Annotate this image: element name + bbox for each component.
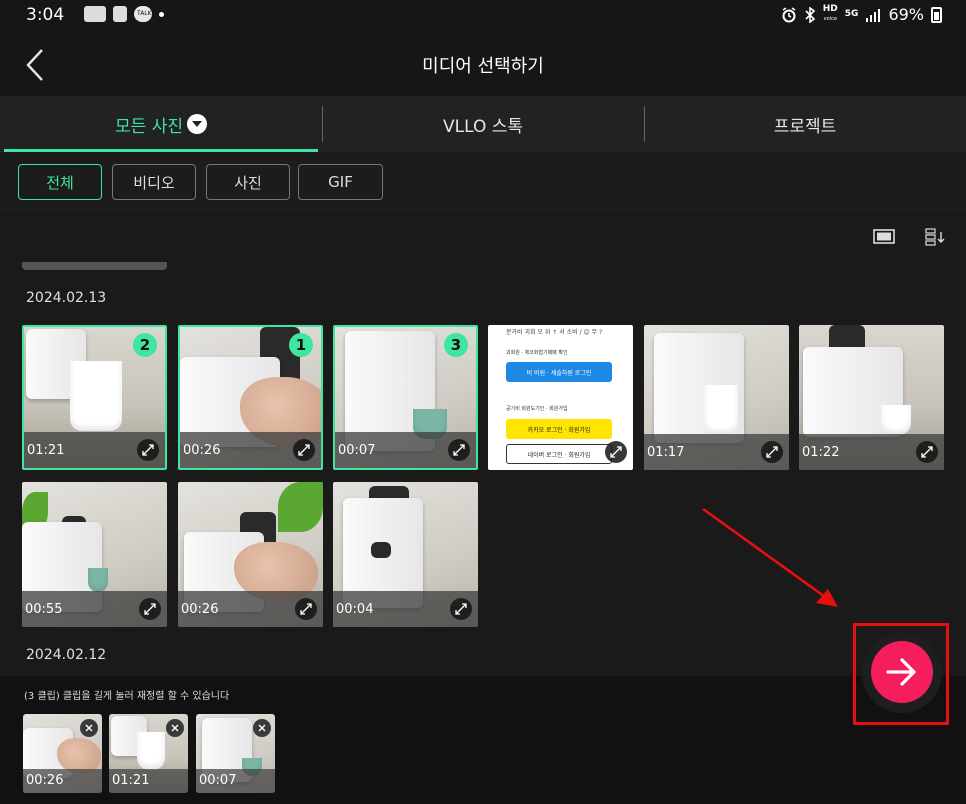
expand-preview-button[interactable]: [293, 439, 315, 461]
expand-icon: [142, 444, 154, 456]
expand-icon: [455, 603, 467, 615]
filter-gif-chip[interactable]: GIF: [298, 164, 383, 200]
media-thumb[interactable]: 2 01:21: [22, 325, 167, 470]
expand-preview-button[interactable]: [916, 441, 938, 463]
media-thumb[interactable]: 3 00:07: [333, 325, 478, 470]
annotation-arrow: [702, 507, 838, 607]
video-duration: 01:17: [647, 445, 685, 460]
video-duration: 00:26: [181, 602, 219, 617]
selection-order-badge: 1: [289, 333, 313, 357]
selected-clips-panel: (3 클립) 클립을 길게 눌러 재정렬 할 수 있습니다 00:26 01:2…: [0, 676, 966, 804]
media-thumb[interactable]: 01:22: [799, 325, 944, 470]
expand-icon: [453, 444, 465, 456]
expand-preview-button[interactable]: [450, 598, 472, 620]
selection-order-badge: 3: [444, 333, 468, 357]
status-right-icons: HD voice 5G 69%: [781, 5, 942, 24]
date-header: 2024.02.13: [26, 290, 107, 306]
clip-duration: 00:07: [199, 773, 237, 788]
hd-voice-icon: HD voice: [822, 4, 838, 23]
media-filter-bar: 전체 비디오 사진 GIF: [0, 152, 966, 212]
close-icon: [85, 724, 93, 732]
clip-duration: 00:26: [26, 773, 64, 788]
tab-projects[interactable]: 프로젝트: [644, 96, 966, 152]
signal-icon: [866, 8, 881, 22]
video-duration: 01:21: [27, 443, 65, 458]
selection-order-badge: 2: [133, 333, 157, 357]
clip-duration: 01:21: [112, 773, 150, 788]
expand-icon: [144, 603, 156, 615]
expand-icon: [610, 446, 622, 458]
expand-icon: [766, 446, 778, 458]
b-icon: [113, 6, 127, 22]
selected-clip[interactable]: 00:26: [23, 714, 102, 793]
date-header: 2024.02.12: [26, 647, 107, 663]
tab-vllo-stock[interactable]: VLLO 스톡: [322, 96, 644, 152]
app-icon: [84, 6, 106, 22]
expand-preview-button[interactable]: [605, 441, 627, 463]
status-left-icons: TALK: [84, 6, 164, 22]
source-tabs: 모든 사진 VLLO 스톡 프로젝트: [0, 96, 966, 152]
single-view-icon: [873, 229, 895, 244]
status-time: 3:04: [26, 5, 65, 25]
alarm-icon: [782, 6, 796, 22]
grid-size-toggle[interactable]: [873, 228, 895, 246]
video-duration: 01:22: [802, 445, 840, 460]
expand-icon: [921, 446, 933, 458]
bluetooth-icon: [805, 6, 815, 23]
filter-video-chip[interactable]: 비디오: [112, 164, 196, 200]
battery-icon: [931, 6, 942, 23]
close-icon: [171, 724, 179, 732]
selected-clip[interactable]: 00:07: [196, 714, 275, 793]
remove-clip-button[interactable]: [80, 719, 98, 737]
expand-preview-button[interactable]: [761, 441, 783, 463]
media-thumb-screenshot[interactable]: 분가비 괴회 모 위 ↑ 서 소비 / 😊 무 ? 괴회원 · 체코화협기패패 …: [488, 325, 633, 470]
expand-preview-button[interactable]: [137, 439, 159, 461]
next-button-wrap: [862, 633, 942, 713]
tab-all-photos[interactable]: 모든 사진: [0, 96, 322, 152]
video-duration: 00:55: [25, 602, 63, 617]
next-button[interactable]: [871, 641, 933, 703]
expand-preview-button[interactable]: [295, 598, 317, 620]
talk-icon: TALK: [134, 6, 152, 22]
video-duration: 00:26: [183, 443, 221, 458]
remove-clip-button[interactable]: [166, 719, 184, 737]
media-thumb[interactable]: 00:26: [178, 482, 323, 627]
app-header: 미디어 선택하기: [0, 30, 966, 96]
expand-icon: [300, 603, 312, 615]
media-thumb[interactable]: 01:17: [644, 325, 789, 470]
filter-photo-chip[interactable]: 사진: [206, 164, 290, 200]
dropdown-caret-icon[interactable]: [186, 114, 207, 134]
5g-icon: 5G: [844, 9, 859, 19]
reorder-hint: (3 클립) 클립을 길게 눌러 재정렬 할 수 있습니다: [24, 691, 230, 702]
battery-percent: 69%: [888, 5, 924, 24]
dot-icon: [159, 11, 164, 17]
video-duration: 00:04: [336, 602, 374, 617]
filter-all-chip[interactable]: 전체: [18, 164, 102, 200]
status-bar: 3:04 TALK HD voice 5G 69%: [0, 0, 966, 30]
media-thumb[interactable]: 00:55: [22, 482, 167, 627]
media-thumb[interactable]: 1 00:26: [178, 325, 323, 470]
page-title: 미디어 선택하기: [422, 56, 544, 77]
expand-preview-button[interactable]: [448, 439, 470, 461]
media-thumb[interactable]: 00:04: [333, 482, 478, 627]
arrow-right-icon: [886, 658, 916, 686]
close-icon: [258, 724, 266, 732]
expand-preview-button[interactable]: [139, 598, 161, 620]
remove-clip-button[interactable]: [253, 719, 271, 737]
video-duration: 00:07: [338, 443, 376, 458]
sort-toggle[interactable]: [925, 228, 947, 246]
sort-list-icon: [925, 228, 945, 246]
previous-row-edge: [22, 262, 167, 270]
selected-clip[interactable]: 01:21: [109, 714, 188, 793]
expand-icon: [298, 444, 310, 456]
